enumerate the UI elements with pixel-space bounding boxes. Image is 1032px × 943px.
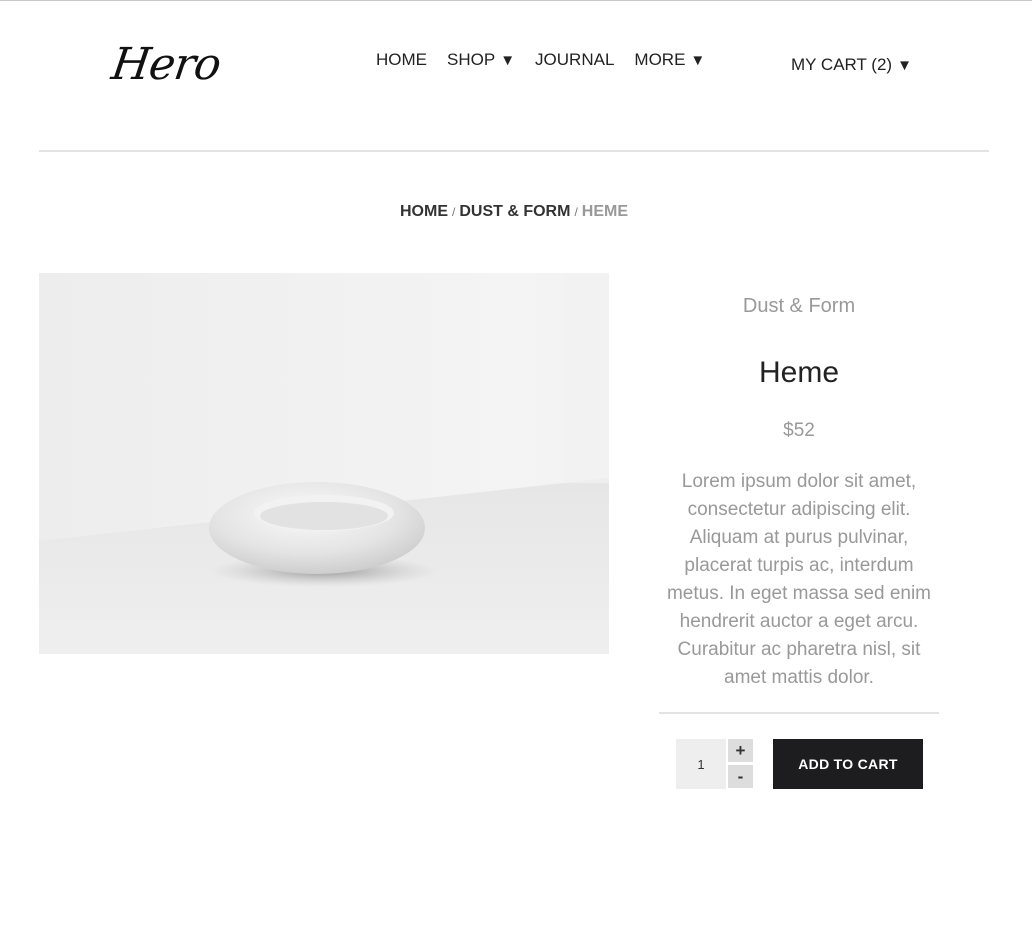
product-price: $52: [783, 420, 815, 441]
breadcrumb-separator: /: [451, 205, 456, 219]
caret-down-icon: ▼: [500, 51, 516, 69]
nav-item-label: SHOP: [447, 50, 496, 69]
site-logo[interactable]: Hero: [108, 39, 223, 90]
nav-item-label: HOME: [376, 50, 427, 69]
cart-label: MY CART (2): [791, 55, 893, 74]
quantity-stepper: + -: [728, 739, 753, 788]
caret-down-icon: ▼: [690, 51, 706, 69]
info-divider: [659, 712, 939, 714]
main-nav: HOME SHOP ▼ JOURNAL MORE ▼: [376, 50, 705, 70]
breadcrumb-home[interactable]: HOME: [400, 203, 448, 220]
product-title: Heme: [758, 356, 840, 389]
breadcrumb-category[interactable]: DUST & FORM: [459, 203, 570, 220]
quantity-increase-button[interactable]: +: [728, 739, 753, 762]
product-image: [39, 273, 609, 654]
quantity-decrease-button[interactable]: -: [728, 765, 753, 788]
nav-item-home[interactable]: HOME: [376, 50, 427, 70]
nav-item-label: MORE: [634, 50, 686, 69]
breadcrumb: HOME / DUST & FORM / HEME: [0, 203, 1028, 221]
cart-dropdown[interactable]: MY CART (2) ▼: [791, 55, 912, 75]
nav-item-journal[interactable]: JOURNAL: [535, 50, 614, 70]
product-description: Lorem ipsum dolor sit amet, consectetur …: [666, 471, 931, 688]
product-brand[interactable]: Dust & Form: [659, 295, 939, 318]
breadcrumb-current: HEME: [581, 203, 629, 220]
quantity-input[interactable]: [676, 739, 726, 789]
product-info: Dust & Form Heme $52 Lorem ipsum dolor s…: [659, 273, 939, 714]
add-to-cart-button[interactable]: ADD TO CART: [773, 739, 923, 789]
nav-item-more[interactable]: MORE ▼: [634, 50, 705, 70]
header-divider: [39, 150, 989, 152]
caret-down-icon: ▼: [897, 56, 912, 74]
nav-item-label: JOURNAL: [535, 50, 615, 69]
nav-item-shop[interactable]: SHOP ▼: [447, 50, 515, 70]
breadcrumb-separator: /: [574, 205, 578, 219]
purchase-controls: + - ADD TO CART: [676, 739, 923, 789]
